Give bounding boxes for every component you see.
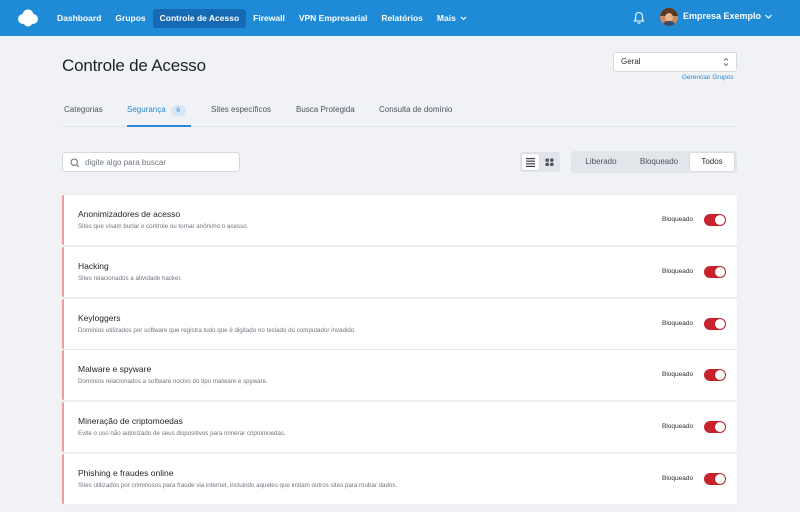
status-label: Bloqueado [662,268,694,275]
category-description: Sites que visam burlar o controle ou tor… [78,223,249,230]
status-filter: Liberado Bloqueado Todos [571,151,737,173]
group-select[interactable]: Geral [613,52,737,72]
nav-mais[interactable]: Mais [430,9,474,28]
nav-firewall[interactable]: Firewall [246,9,292,28]
category-title: Malware e spyware [78,364,152,374]
list-item: Keyloggers Domínios utilizados por softw… [62,299,737,349]
list-view-button[interactable] [522,154,539,170]
avatar[interactable] [660,8,678,26]
search-box [62,152,240,172]
nav-grupos[interactable]: Grupos [108,9,152,28]
filter-liberado[interactable]: Liberado [575,153,627,171]
block-toggle[interactable] [704,473,726,485]
filter-bloqueado[interactable]: Bloqueado [631,153,687,171]
group-select-value: Geral [621,57,641,66]
nav-relatorios[interactable]: Relatórios [374,9,430,28]
category-description: Domínios relacionados a software nocivo … [78,378,268,385]
grid-view-button[interactable] [541,154,558,170]
tab-categorias[interactable]: Categorias [64,105,103,114]
search-input[interactable] [85,155,235,169]
nav-mais-label: Mais [436,12,456,23]
category-title: Anonimizadores de acesso [78,209,181,219]
list-item: Anonimizadores de acesso Sites que visam… [62,195,737,245]
category-title: Keyloggers [78,313,121,323]
category-description: Sites relacionados a atividade hacker. [78,275,182,282]
status-label: Bloqueado [662,475,694,482]
status-label: Bloqueado [662,216,694,223]
nav-controle-de-acesso[interactable]: Controle de Acesso [152,8,247,28]
block-toggle[interactable] [704,421,726,433]
chevron-down-icon [460,16,467,20]
category-description: Evite o uso não autorizado de seus dispo… [78,430,286,437]
list-item: Mineração de criptomoedas Evite o uso nã… [62,402,737,452]
account-name[interactable]: Empresa Exemplo [683,11,761,21]
main-menu: Dashboard Grupos Controle de Acesso Fire… [50,8,474,28]
active-tab-indicator [127,125,191,127]
filter-todos[interactable]: Todos [690,153,734,171]
cloud-logo-icon[interactable] [16,8,40,28]
grid-view-icon [545,158,554,166]
category-title: Mineração de criptomoedas [78,416,183,426]
category-description: Sites utilizados por criminosos para fra… [78,482,398,489]
list-item: Hacking Sites relacionados a atividade h… [62,247,737,297]
category-description: Domínios utilizados por software que reg… [78,327,356,334]
tab-seguranca[interactable]: Segurança 6 [127,105,186,116]
category-title: Phishing e fraudes online [78,468,174,478]
block-toggle[interactable] [704,318,726,330]
tab-busca-protegida[interactable]: Busca Protegida [296,105,355,114]
view-toggle [520,152,560,172]
count-badge: 6 [170,105,186,116]
list-item: Malware e spyware Domínios relacionados … [62,350,737,400]
tab-seguranca-label: Segurança [127,105,166,114]
top-nav: Dashboard Grupos Controle de Acesso Fire… [0,0,800,36]
tab-consulta-de-dominio[interactable]: Consulta de domínio [379,105,452,114]
status-label: Bloqueado [662,423,694,430]
manage-groups-link[interactable]: Gerenciar Grupos [682,74,734,81]
page-title: Controle de Acesso [62,56,206,75]
list-view-icon [526,158,535,167]
search-icon [70,158,80,168]
tab-sites-especificos[interactable]: Sites específicos [211,105,271,114]
category-title: Hacking [78,261,109,271]
block-toggle[interactable] [704,214,726,226]
nav-dashboard[interactable]: Dashboard [50,9,108,28]
nav-vpn-empresarial[interactable]: VPN Empresarial [292,9,375,28]
category-tabs: Categorias Segurança 6 Sites específicos … [62,98,737,127]
list-item: Phishing e fraudes online Sites utilizad… [62,454,737,504]
block-toggle[interactable] [704,369,726,381]
status-label: Bloqueado [662,320,694,327]
bell-icon[interactable] [632,11,646,25]
block-toggle[interactable] [704,266,726,278]
select-arrows-icon [723,57,729,67]
status-label: Bloqueado [662,371,694,378]
chevron-down-icon[interactable] [764,12,773,21]
